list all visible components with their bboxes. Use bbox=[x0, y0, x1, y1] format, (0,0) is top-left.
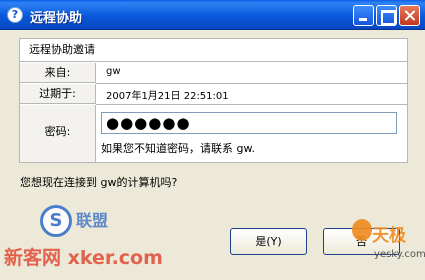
connect-question: 您想现在连接到 gw的计算机吗? bbox=[20, 176, 178, 189]
minimize-button[interactable] bbox=[353, 5, 374, 26]
watermark-site-text: 新客网 xker.com bbox=[4, 243, 163, 270]
expires-value: 2007年1月21日 22:51:01 bbox=[106, 91, 229, 102]
apple-logo-icon bbox=[352, 219, 372, 241]
expires-label: 过期于: bbox=[20, 84, 96, 104]
watermark-site-url: xker.com bbox=[67, 247, 163, 269]
badge-icon: S bbox=[40, 205, 72, 237]
password-input[interactable]: ●●●●●● bbox=[101, 112, 397, 134]
yes-button[interactable]: 是(Y) bbox=[230, 228, 307, 255]
title-bar[interactable]: ? 远程协助 bbox=[0, 0, 425, 30]
watermark-lianmeng: 联盟 bbox=[76, 211, 109, 230]
watermark-site-name: 新客网 bbox=[4, 247, 62, 269]
from-value: gw bbox=[106, 66, 121, 77]
row-divider bbox=[96, 83, 407, 84]
password-label: 密码: bbox=[20, 105, 96, 162]
window-title: 远程协助 bbox=[30, 11, 83, 26]
watermark-yesky: 天极 yesky.com bbox=[352, 215, 425, 277]
from-label: 来自: bbox=[20, 63, 96, 83]
watermark-yesky-url: yesky.com bbox=[374, 249, 425, 260]
help-icon: ? bbox=[7, 7, 23, 23]
close-button[interactable] bbox=[399, 5, 420, 26]
row-divider bbox=[96, 104, 407, 105]
invitation-header: 远程协助邀请 bbox=[20, 39, 407, 62]
maximize-button[interactable] bbox=[376, 5, 397, 26]
invitation-panel: 远程协助邀请 来自: gw 过期于: 2007年1月21日 22:51:01 密… bbox=[19, 38, 408, 163]
password-hint: 如果您不知道密码，请联系 gw. bbox=[101, 142, 255, 155]
watermark-tianji: 天极 bbox=[372, 226, 406, 246]
remote-assistance-dialog: ? 远程协助 远程协助邀请 来自: gw 过期于: 2007年1月21日 22:… bbox=[0, 0, 425, 280]
watermark-xker: S 联盟 新客网 xker.com bbox=[4, 205, 204, 275]
